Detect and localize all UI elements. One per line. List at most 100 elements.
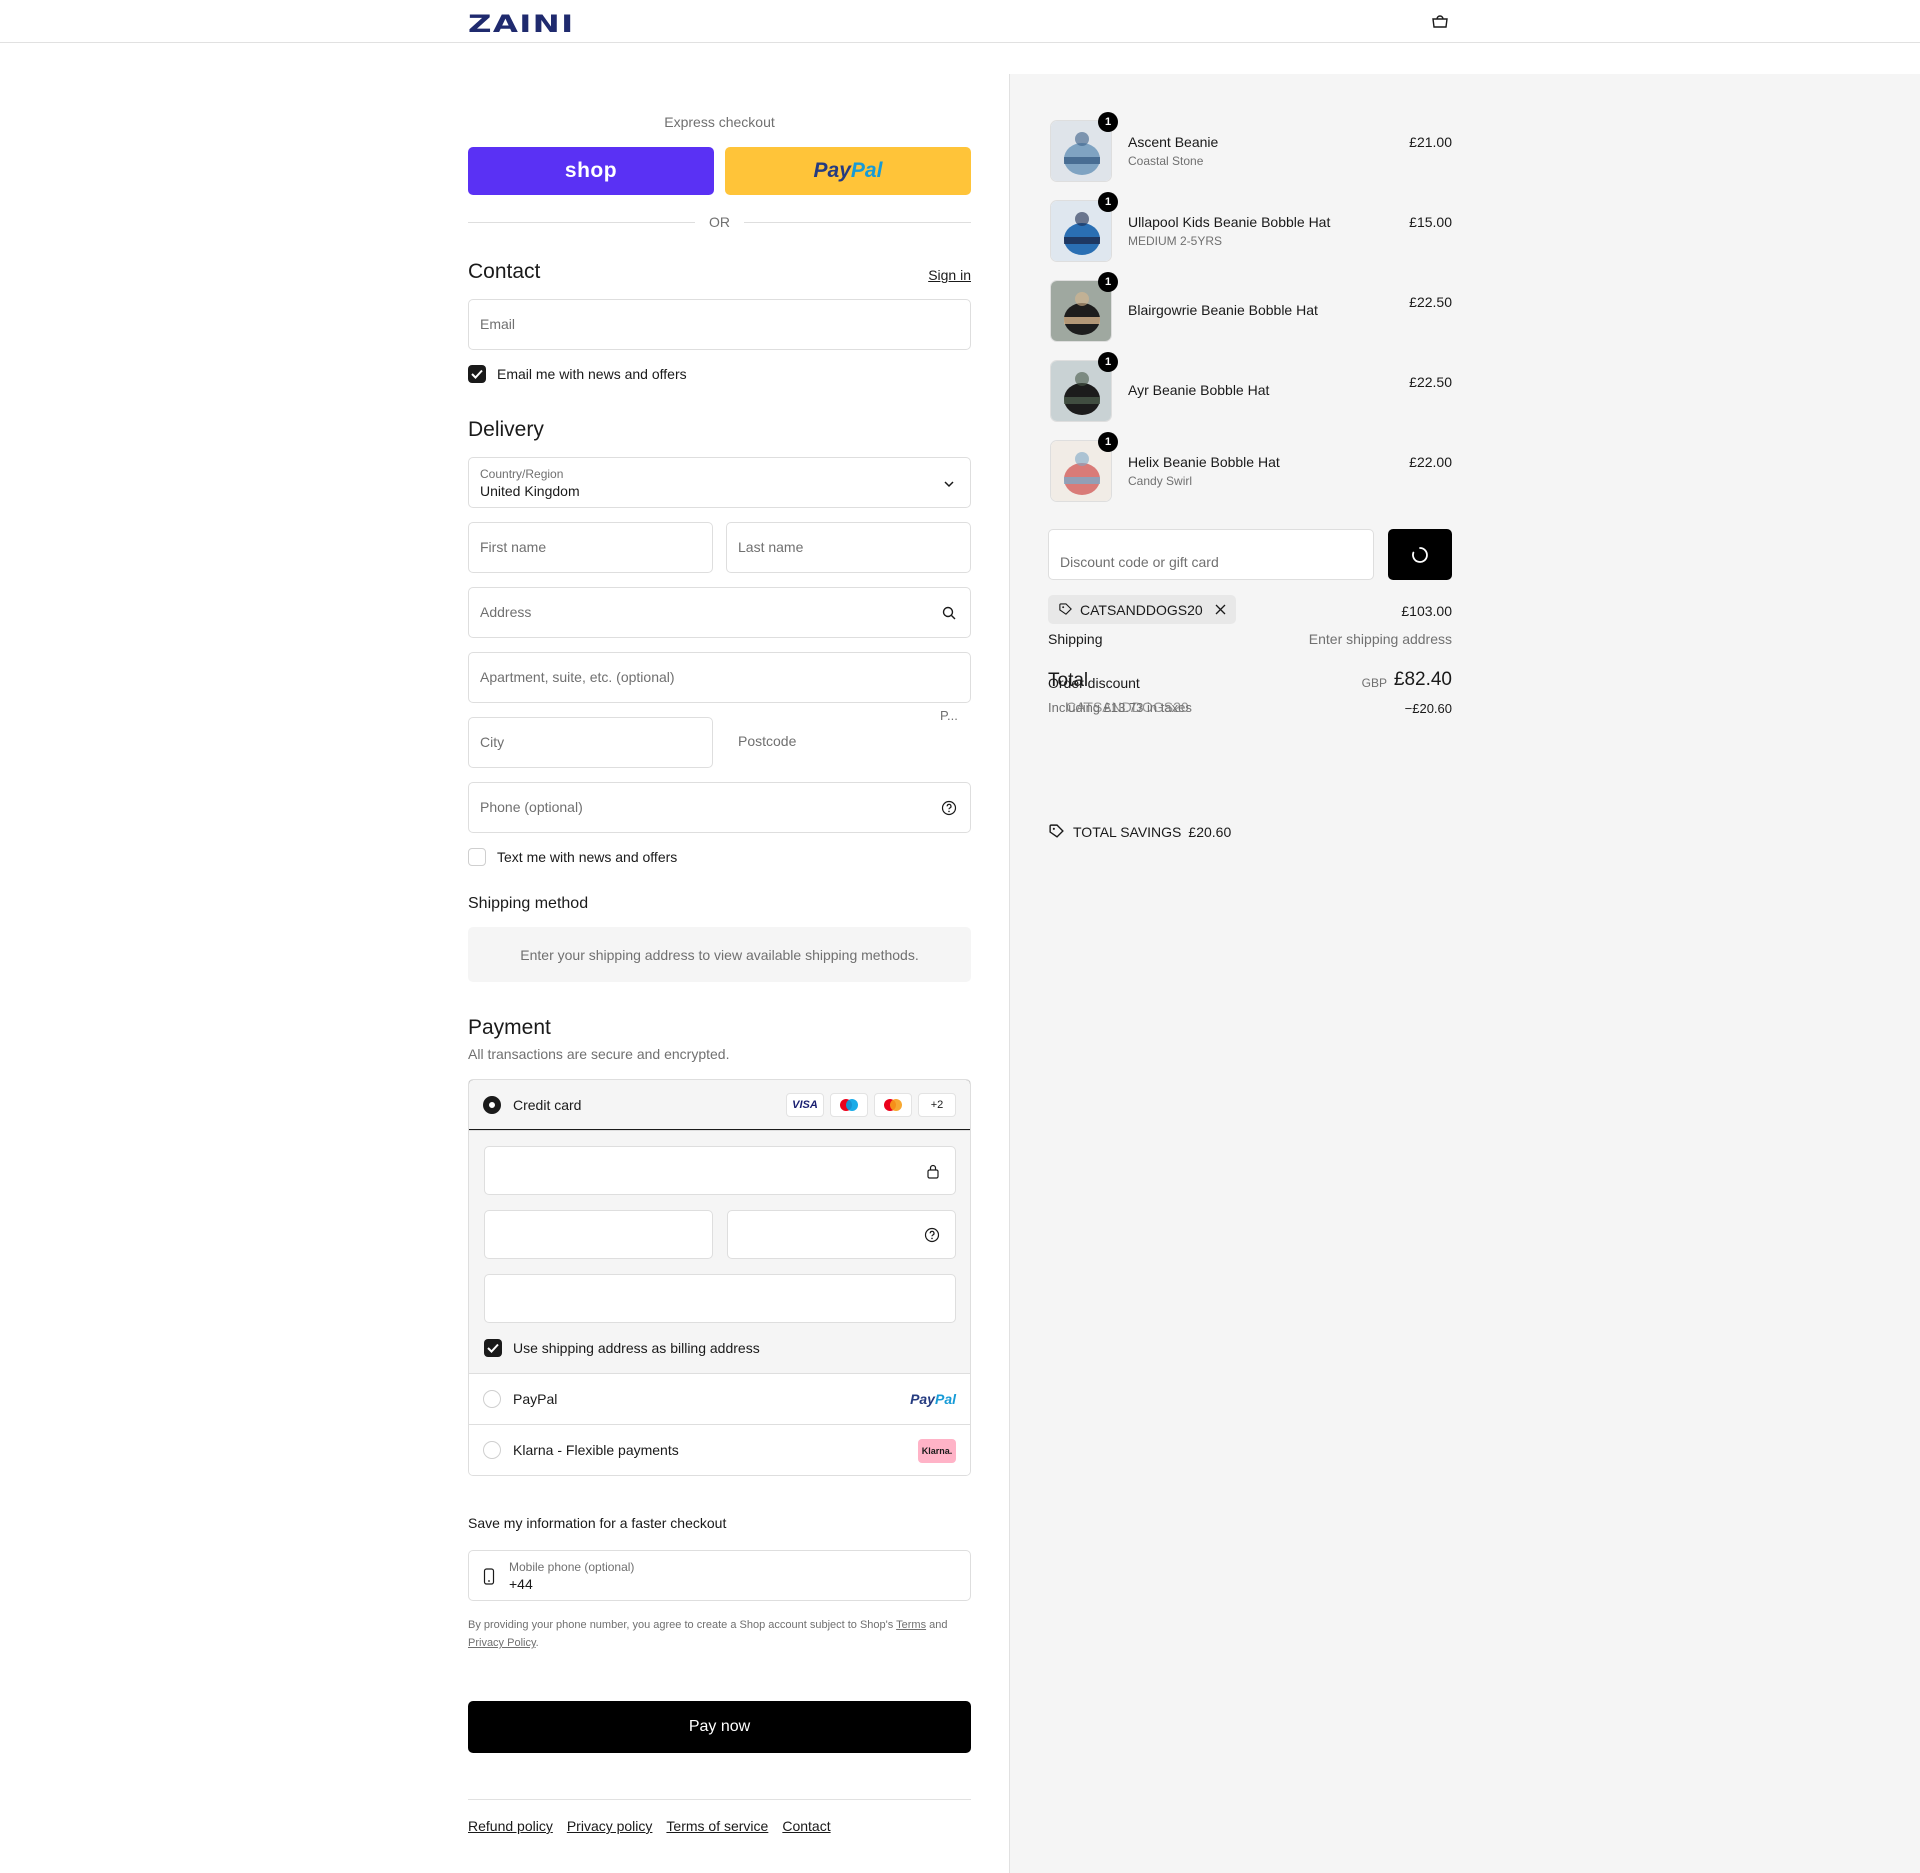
product-variant: MEDIUM 2-5YRS: [1128, 234, 1223, 248]
klarna-radio[interactable]: [483, 1441, 501, 1459]
apartment-placeholder: Apartment, suite, etc. (optional): [480, 669, 675, 685]
email-news-checkbox[interactable]: [468, 365, 486, 383]
footer-divider: [468, 1799, 971, 1800]
privacy-policy-link[interactable]: Privacy Policy: [468, 1637, 536, 1649]
order-discount-label: Order discount: [1048, 675, 1140, 691]
email-news-checkbox-row[interactable]: Email me with news and offers: [468, 365, 687, 383]
shipping-value: Enter shipping address: [1308, 631, 1452, 647]
credit-card-radio[interactable]: [483, 1096, 501, 1114]
paypal-logo-part: Pay: [813, 159, 851, 182]
phone-field[interactable]: Phone (optional): [468, 782, 971, 833]
product-name: Ullapool Kids Beanie Bobble Hat: [1128, 214, 1331, 230]
paypal-option[interactable]: PayPal PayPal: [469, 1373, 970, 1424]
legal-prefix: By providing your phone number, you agre…: [468, 1619, 894, 1631]
product-variant: Coastal Stone: [1128, 154, 1204, 168]
header: ZAINI: [0, 0, 1920, 43]
contact-link[interactable]: Contact: [782, 1818, 830, 1834]
apply-discount-button[interactable]: [1388, 529, 1452, 580]
text-news-checkbox[interactable]: [468, 848, 486, 866]
mastercard-logo: [874, 1093, 912, 1117]
email-field[interactable]: Email: [468, 299, 971, 350]
shop-legal-text: By providing your phone number, you agre…: [468, 1616, 971, 1652]
footer-links: Refund policy Privacy policy Terms of se…: [468, 1818, 831, 1834]
mobile-phone-icon: [483, 1568, 495, 1585]
close-icon[interactable]: [1215, 604, 1226, 615]
card-logos: VISA +2: [786, 1093, 956, 1117]
product-price: £22.50: [1409, 374, 1452, 390]
discount-code-field[interactable]: Discount code or gift card: [1048, 529, 1374, 580]
applied-discount-chip: CATSANDDOGS20: [1048, 595, 1236, 624]
privacy-policy-footer-link[interactable]: Privacy policy: [567, 1818, 653, 1834]
product-name: Blairgowrie Beanie Bobble Hat: [1128, 302, 1318, 318]
cart-item: 1 Ullapool Kids Beanie Bobble Hat MEDIUM 2…: [1048, 192, 1452, 264]
address-placeholder: Address: [480, 604, 532, 620]
billing-label: Use shipping address as billing address: [513, 1340, 760, 1356]
billing-checkbox-row[interactable]: Use shipping address as billing address: [484, 1339, 760, 1357]
paypal-logo-part: Pal: [850, 159, 883, 182]
product-price: £22.00: [1409, 454, 1452, 470]
paypal-logo: PayPal: [910, 1391, 956, 1407]
terms-of-service-link[interactable]: Terms of service: [666, 1818, 768, 1834]
quantity-badge: 1: [1098, 352, 1118, 372]
mobile-phone-label: Mobile phone (optional): [509, 1560, 635, 1574]
help-circle-icon[interactable]: [941, 800, 957, 816]
mobile-phone-field[interactable]: Mobile phone (optional) +44: [468, 1550, 971, 1601]
search-icon: [942, 606, 956, 620]
shipping-label: Shipping: [1048, 631, 1103, 647]
help-circle-icon[interactable]: [924, 1227, 940, 1243]
quantity-badge: 1: [1098, 432, 1118, 452]
loading-spinner-icon: [1412, 546, 1428, 563]
country-select[interactable]: Country/Region United Kingdom: [468, 457, 971, 508]
payment-title: Payment: [468, 1016, 551, 1039]
city-field[interactable]: City: [468, 717, 713, 768]
postcode-field[interactable]: Postcode: [726, 717, 971, 768]
cart-item: 1 Helix Beanie Bobble Hat Candy Swirl £22.0…: [1048, 432, 1452, 504]
first-name-field[interactable]: First name: [468, 522, 713, 573]
terms-link[interactable]: Terms: [896, 1619, 926, 1631]
text-news-label: Text me with news and offers: [497, 849, 678, 865]
postcode-placeholder: Postcode: [738, 733, 797, 749]
refund-policy-link[interactable]: Refund policy: [468, 1818, 553, 1834]
pay-now-button[interactable]: Pay now: [468, 1701, 971, 1753]
bag-icon[interactable]: [1430, 13, 1450, 29]
shop-pay-button[interactable]: shop: [468, 147, 714, 195]
total-savings-label: TOTAL SAVINGS: [1073, 823, 1182, 840]
sign-in-link[interactable]: Sign in: [928, 267, 971, 283]
product-price: £15.00: [1409, 214, 1452, 230]
legal-and: and: [929, 1619, 948, 1631]
maestro-logo: [830, 1093, 868, 1117]
shipping-method-info: Enter your shipping address to view avai…: [468, 927, 971, 982]
address-field[interactable]: Address: [468, 587, 971, 638]
total-savings-value: £20.60: [1188, 823, 1232, 840]
name-on-card-field[interactable]: [484, 1274, 956, 1323]
cart-item: 1 Blairgowrie Beanie Bobble Hat £22.50: [1048, 272, 1452, 344]
paypal-express-button[interactable]: Pay Pal: [725, 147, 971, 195]
city-placeholder: City: [480, 734, 505, 750]
paypal-radio[interactable]: [483, 1390, 501, 1408]
product-name: Helix Beanie Bobble Hat: [1128, 454, 1280, 470]
klarna-option[interactable]: Klarna - Flexible payments Klarna.: [469, 1424, 970, 1475]
discount-code-line: CATSANDDOGS20: [1066, 699, 1189, 715]
last-name-field[interactable]: Last name: [726, 522, 971, 573]
credit-card-option[interactable]: Credit card VISA +2: [469, 1080, 970, 1130]
security-code-field[interactable]: [727, 1210, 956, 1259]
last-name-placeholder: Last name: [738, 539, 804, 555]
store-logo[interactable]: ZAINI: [468, 10, 575, 38]
card-details-panel: Use shipping address as billing address: [469, 1130, 970, 1373]
currency-label: GBP: [1361, 676, 1387, 690]
quantity-badge: 1: [1098, 272, 1118, 292]
product-name: Ascent Beanie: [1128, 134, 1219, 150]
card-number-field[interactable]: [484, 1146, 956, 1195]
expiry-field[interactable]: [484, 1210, 713, 1259]
delivery-title: Delivery: [468, 418, 544, 441]
text-news-checkbox-row[interactable]: Text me with news and offers: [468, 848, 677, 866]
tag-icon: [1059, 603, 1072, 615]
product-price: £22.50: [1409, 294, 1452, 310]
or-divider: OR: [468, 212, 971, 232]
apartment-field[interactable]: Apartment, suite, etc. (optional): [468, 652, 971, 703]
paypal-label: PayPal: [513, 1391, 558, 1407]
billing-checkbox[interactable]: [484, 1339, 502, 1357]
email-placeholder: Email: [480, 316, 516, 332]
email-news-label: Email me with news and offers: [497, 366, 687, 382]
applied-discount-code: CATSANDDOGS20: [1080, 601, 1203, 618]
